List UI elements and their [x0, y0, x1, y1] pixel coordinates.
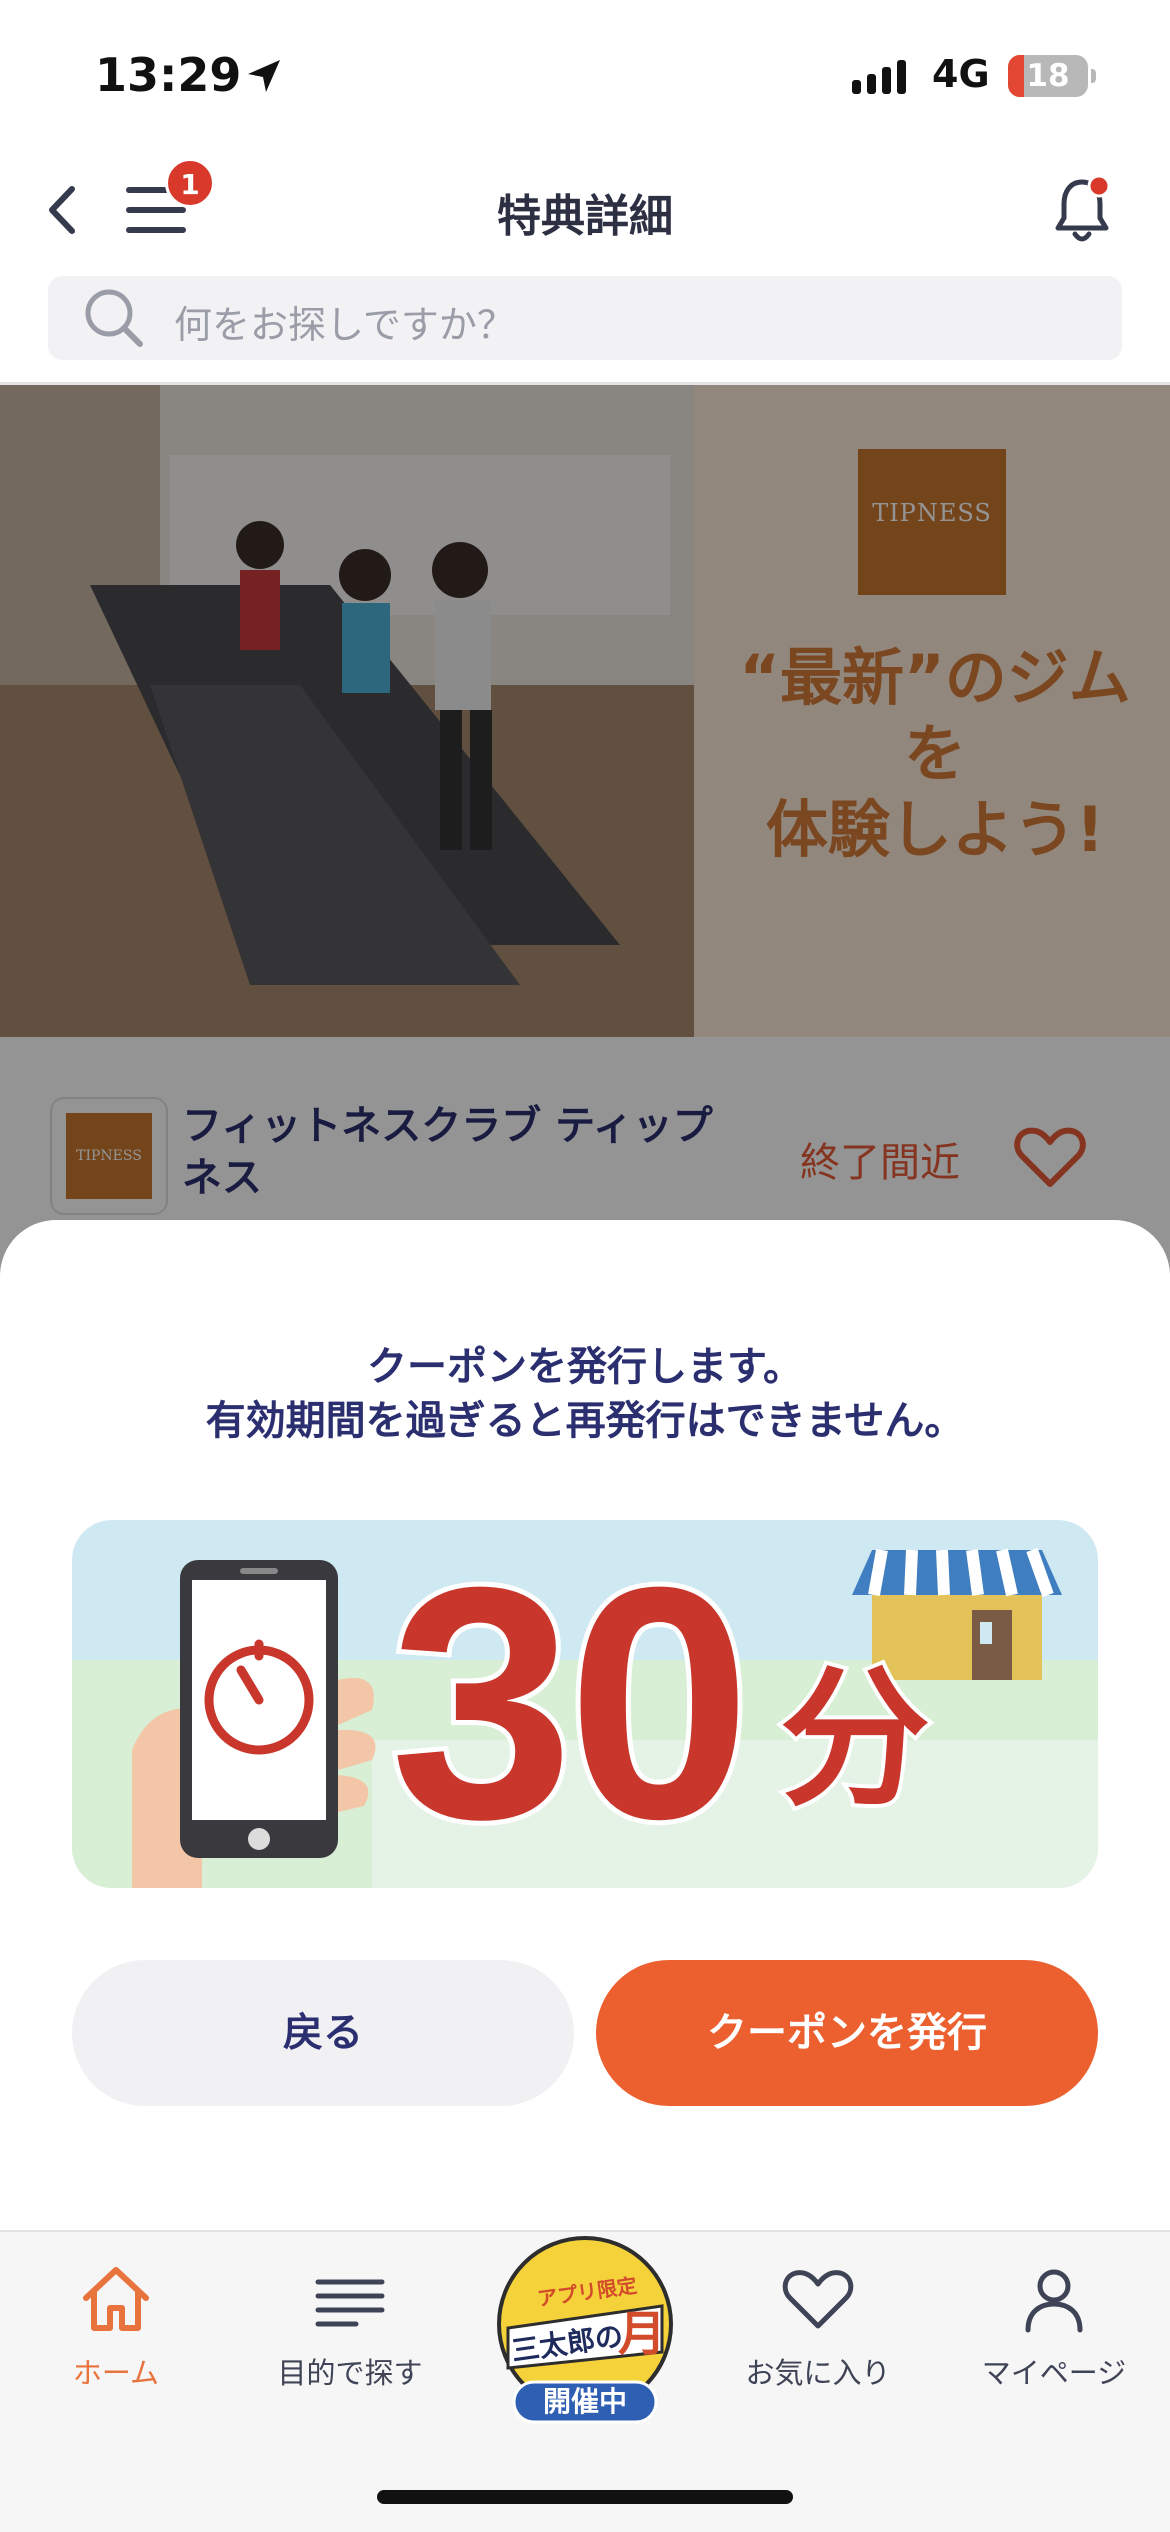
location-arrow-icon — [248, 60, 280, 92]
search-placeholder: 何をお探しですか？ — [174, 303, 515, 347]
tab-label-favorites: お気に入り — [745, 2356, 891, 2390]
back-button[interactable]: 戻る — [72, 1960, 574, 2106]
tab-label-purpose: 目的で探す — [277, 2356, 423, 2390]
campaign-line3: 開催中 — [542, 2385, 627, 2418]
bell-icon[interactable] — [1050, 172, 1114, 248]
coupon-message: クーポンを発行します。 有効期間を過ぎると再発行はできません。 — [0, 1340, 1170, 1448]
battery-cap — [1091, 69, 1096, 83]
heart-icon — [782, 2270, 854, 2329]
home-indicator — [377, 2490, 793, 2504]
coupon-message-line2: 有効期間を過ぎると再発行はできません。 — [205, 1398, 965, 1444]
tab-search-by-purpose[interactable]: 目的で探す — [250, 2262, 450, 2392]
search-icon — [85, 289, 143, 347]
person-icon — [1025, 2269, 1083, 2333]
tab-label-mypage: マイページ — [981, 2356, 1127, 2390]
tab-label-home: ホーム — [72, 2356, 160, 2390]
coupon-message-line1: クーポンを発行します。 — [367, 1344, 803, 1390]
list-icon — [315, 2279, 385, 2327]
status-bar: 13:29 4G 18 — [0, 0, 1170, 150]
campaign-badge[interactable]: アプリ限定 三太郎の 月 開催中 — [490, 2236, 680, 2426]
promo-number: 30 — [385, 1518, 756, 1887]
signal-icon — [852, 60, 906, 94]
modal-overlay[interactable] — [0, 385, 1170, 1285]
tab-home[interactable]: ホーム — [16, 2262, 216, 2392]
network-type: 4G — [932, 52, 990, 96]
issue-coupon-button[interactable]: クーポンを発行 — [596, 1960, 1098, 2106]
phone-timer-icon — [132, 1560, 376, 1888]
battery-level: 18 — [1026, 58, 1070, 94]
tab-favorites[interactable]: お気に入り — [718, 2262, 918, 2392]
back-chevron-icon[interactable] — [38, 175, 88, 245]
battery-icon: 18 — [1008, 55, 1088, 97]
home-icon — [83, 2267, 149, 2331]
menu-badge: 1 — [165, 158, 215, 208]
promo-unit: 分 — [776, 1651, 934, 1829]
campaign-moon: 月 — [618, 2306, 667, 2362]
tab-mypage[interactable]: マイページ — [954, 2262, 1154, 2392]
page-title: 特典詳細 — [497, 191, 673, 242]
status-time: 13:29 — [95, 48, 242, 102]
